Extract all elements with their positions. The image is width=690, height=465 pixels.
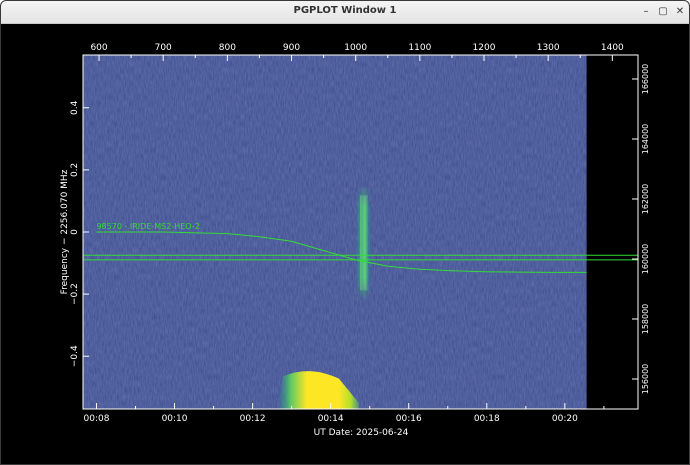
satellite-annotation: 98570 - IRIDE-MS2-HEO-2 <box>96 222 199 231</box>
maximize-icon[interactable]: ▢ <box>656 5 670 19</box>
left-tick-label: 0.2 <box>70 163 80 177</box>
left-tick-label: 0 <box>70 229 80 235</box>
y-axis-label: Frequency − 2256.070 MHz <box>60 169 70 294</box>
bottom-tick-label: 00:08 <box>84 414 110 424</box>
top-tick-label: 800 <box>219 43 236 53</box>
top-tick-label: 1100 <box>408 43 431 53</box>
right-tick-label: 164000 <box>641 124 650 155</box>
plot-area: 98570 - IRIDE-MS2-HEO-2 <box>83 55 638 409</box>
bottom-tick-label: 00:10 <box>162 414 188 424</box>
right-tick-label: 158000 <box>641 304 650 335</box>
bottom-tick-label: 00:20 <box>552 414 578 424</box>
bottom-tick-label: 00:12 <box>240 414 266 424</box>
top-tick-label: 700 <box>155 43 172 53</box>
bottom-tick-label: 00:14 <box>318 414 344 424</box>
top-tick-label: 1300 <box>537 43 560 53</box>
right-tick-label: 156000 <box>641 364 650 395</box>
pgplot-window: PGPLOT Window 1 – ▢ ✕ 98570 - IRIDE-MS2-… <box>0 0 690 465</box>
left-tick-label: −0.2 <box>70 283 80 305</box>
left-tick-label: 0.4 <box>70 100 80 115</box>
signal-burst <box>355 185 372 301</box>
minimize-icon[interactable]: – <box>639 5 653 19</box>
no-data-region <box>586 55 638 409</box>
spectrogram-plot: 98570 - IRIDE-MS2-HEO-2 00:08 00:10 00:12 0… <box>60 43 650 438</box>
right-tick-label: 166000 <box>641 64 650 95</box>
window-titlebar[interactable]: PGPLOT Window 1 – ▢ ✕ <box>1 1 689 24</box>
top-tick-label: 1200 <box>473 43 496 53</box>
close-icon[interactable]: ✕ <box>673 5 687 19</box>
bottom-tick-label: 00:16 <box>396 414 422 424</box>
x-axis-label: UT Date: 2025-06-24 <box>314 428 409 438</box>
right-tick-label: 160000 <box>641 244 650 275</box>
left-tick-label: −0.4 <box>70 345 80 367</box>
top-tick-label: 900 <box>283 43 300 53</box>
right-tick-label: 162000 <box>641 184 650 215</box>
top-tick-label: 1400 <box>601 43 624 53</box>
top-tick-label: 600 <box>90 43 107 53</box>
top-tick-label: 1000 <box>344 43 367 53</box>
window-title: PGPLOT Window 1 <box>293 5 397 16</box>
bottom-tick-label: 00:18 <box>474 414 500 424</box>
